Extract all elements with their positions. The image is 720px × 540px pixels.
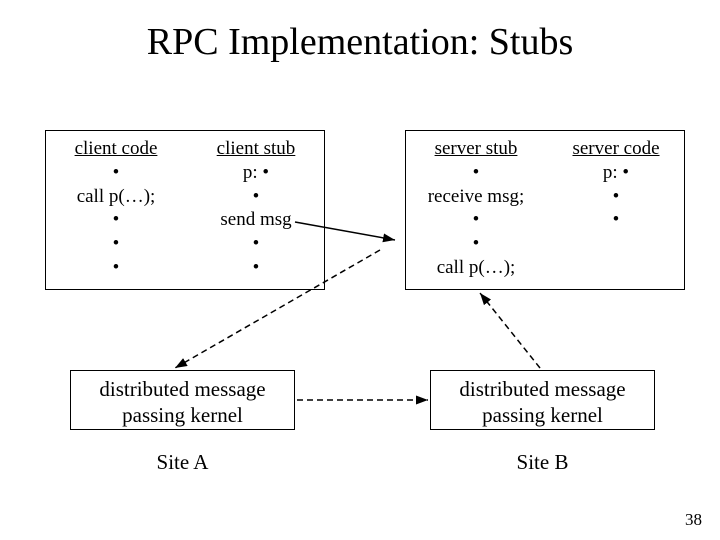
server-code-line: • <box>613 208 620 232</box>
server-code-line: • <box>613 185 620 209</box>
box-site-a-upper: client code • call p(…); • • • client st… <box>45 130 325 290</box>
client-code-line: • <box>113 232 120 256</box>
server-stub-header: server stub <box>435 137 518 161</box>
client-code-line: • <box>113 256 120 280</box>
client-code-line: call p(…); <box>77 185 156 209</box>
kernel-a-line: passing kernel <box>122 403 243 427</box>
col-server-stub: server stub • receive msg; • • call p(…)… <box>406 137 546 280</box>
server-stub-line: • <box>473 232 480 256</box>
server-stub-line: call p(…); <box>437 256 516 280</box>
client-stub-header: client stub <box>217 137 296 161</box>
client-stub-line: send msg <box>220 208 291 232</box>
kernel-b-line: passing kernel <box>482 403 603 427</box>
box-kernel-a: distributed message passing kernel <box>70 370 295 430</box>
server-code-line: p: • <box>603 161 629 185</box>
server-code-header: server code <box>572 137 659 161</box>
server-stub-line: • <box>473 208 480 232</box>
client-code-line: • <box>113 161 120 185</box>
site-b-label: Site B <box>430 450 655 475</box>
arrow-kernel-b-up <box>480 293 540 368</box>
col-server-code: server code p: • • • <box>546 137 686 232</box>
slide: RPC Implementation: Stubs client code • … <box>0 0 720 540</box>
client-code-line: • <box>113 208 120 232</box>
server-stub-line: receive msg; <box>428 185 525 209</box>
col-client-code: client code • call p(…); • • • <box>46 137 186 280</box>
client-code-header: client code <box>75 137 158 161</box>
client-stub-line: • <box>253 256 260 280</box>
client-stub-line: • <box>253 232 260 256</box>
site-a-label: Site A <box>70 450 295 475</box>
col-client-stub: client stub p: • • send msg • • <box>186 137 326 280</box>
client-stub-line: p: • <box>243 161 269 185</box>
box-kernel-b: distributed message passing kernel <box>430 370 655 430</box>
slide-title: RPC Implementation: Stubs <box>0 20 720 64</box>
box-site-b-upper: server stub • receive msg; • • call p(…)… <box>405 130 685 290</box>
server-stub-line: • <box>473 161 480 185</box>
kernel-b-line: distributed message <box>459 377 625 401</box>
page-number: 38 <box>685 510 702 530</box>
kernel-a-line: distributed message <box>99 377 265 401</box>
client-stub-line: • <box>253 185 260 209</box>
